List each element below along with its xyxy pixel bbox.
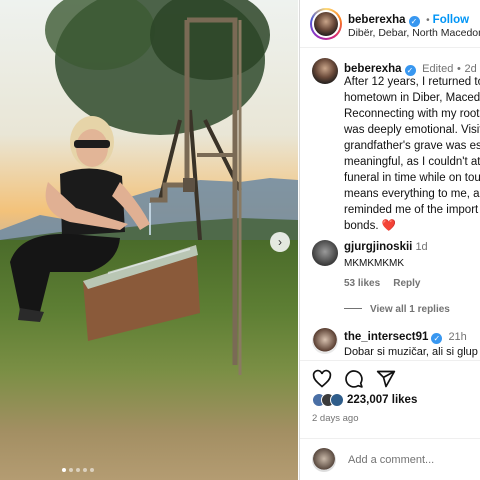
add-comment-input[interactable]: Add a comment... <box>348 454 434 466</box>
commenter-username[interactable]: the_intersect91 <box>344 331 428 343</box>
comment-likes[interactable]: 53 likes <box>344 278 380 289</box>
comment-item: the_intersect91 ✓ 21h Dobar si muzičar, a… <box>300 328 480 360</box>
comment-time: 21h <box>448 331 467 343</box>
post-photo: › <box>0 0 298 480</box>
likes-row[interactable]: 223,007 likes <box>312 393 417 407</box>
post-location[interactable]: Dibër, Debar, North Macedonia <box>348 27 480 39</box>
caption-line: Reconnecting with my roots <box>344 108 480 120</box>
comment-item: gjurgjinoskii 1d MKMKMKMK 53 likes Reply <box>300 238 480 298</box>
share-icon[interactable] <box>376 369 396 389</box>
current-user-avatar <box>312 448 336 472</box>
commenter-username[interactable]: gjurgjinoskii <box>344 241 412 253</box>
heart-emoji-icon: ❤️ <box>381 220 397 232</box>
author-avatar[interactable] <box>310 8 342 40</box>
caption-line: After 12 years, I returned to <box>344 76 480 88</box>
likes-count[interactable]: 223,007 likes <box>347 394 417 406</box>
view-replies-button[interactable]: View all 1 replies <box>344 304 450 315</box>
author-username[interactable]: beberexha <box>348 14 406 26</box>
comment-icon[interactable] <box>344 369 364 389</box>
carousel-dot <box>90 468 94 472</box>
comment-text: Dobar si muzičar, ali si glup <box>344 346 478 358</box>
carousel-dot <box>62 468 66 472</box>
caption-line: bonds. <box>344 220 379 232</box>
post-header: beberexha ✓ • Follow Dibër, Debar, North M… <box>300 0 480 48</box>
chevron-right-icon: › <box>278 235 282 249</box>
caption-line: meaningful, as I couldn't att <box>344 156 480 168</box>
carousel-next-button[interactable]: › <box>270 232 290 252</box>
view-replies-label: View all 1 replies <box>370 304 450 315</box>
carousel-dot <box>69 468 73 472</box>
comment-text: MKMKMKMK <box>344 258 404 269</box>
comment-time: 1d <box>415 241 428 253</box>
commenter-avatar[interactable] <box>312 328 338 354</box>
caption-line: reminded me of the import <box>344 204 479 216</box>
verified-badge-icon: ✓ <box>408 16 420 27</box>
caption-line: was deeply emotional. Visit <box>344 124 480 136</box>
liker-avatar <box>330 393 344 407</box>
post-actions: 223,007 likes 2 days ago <box>300 360 480 438</box>
author-avatar-small[interactable] <box>312 58 338 84</box>
caption-line: grandfather's grave was esp <box>344 140 480 152</box>
post-side-panel: beberexha ✓ • Follow Dibër, Debar, North M… <box>299 0 480 480</box>
caption-line: funeral in time while on tou <box>344 172 480 184</box>
follow-button[interactable]: Follow <box>433 14 469 26</box>
carousel-indicator <box>62 468 94 472</box>
commenter-avatar[interactable] <box>312 240 338 266</box>
caption-line: means everything to me, ar <box>344 188 480 200</box>
caption-text: After 12 years, I returned to hometown i… <box>344 74 480 234</box>
add-comment-bar: Add a comment... <box>300 438 480 480</box>
replies-divider <box>344 308 362 309</box>
photo-person <box>10 116 150 322</box>
caption-line: hometown in Diber, Maced <box>344 92 480 104</box>
reply-button[interactable]: Reply <box>393 278 420 289</box>
verified-badge-icon: ✓ <box>431 333 443 344</box>
posted-ago: 2 days ago <box>312 413 359 424</box>
carousel-dot <box>76 468 80 472</box>
carousel-dot <box>83 468 87 472</box>
heart-icon[interactable] <box>312 369 332 389</box>
